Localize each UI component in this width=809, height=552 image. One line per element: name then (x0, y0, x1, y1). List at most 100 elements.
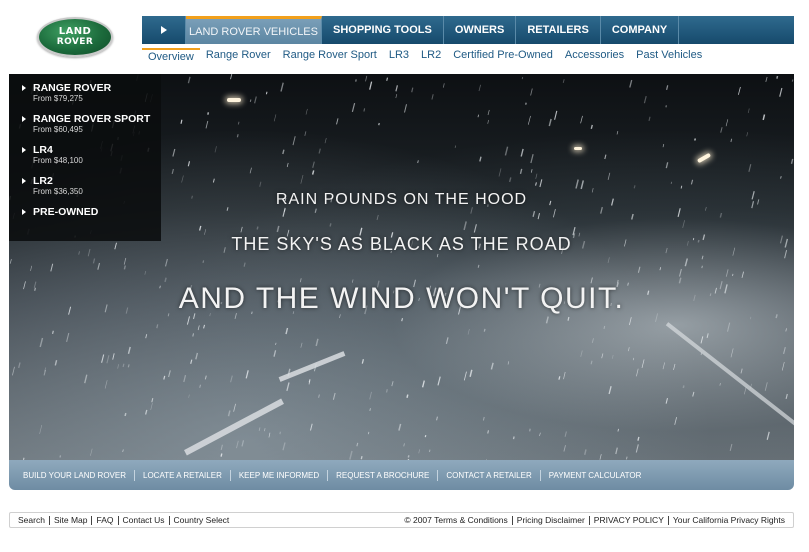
rain-drop (360, 455, 363, 460)
locate-a-retailer-link[interactable]: LOCATE A RETAILER (135, 469, 231, 481)
rain-drop (199, 384, 201, 388)
rain-drop (528, 428, 531, 432)
rain-drop (558, 376, 561, 380)
footer-terms-link[interactable]: © 2007 Terms & Conditions (400, 515, 513, 525)
tab-shopping-tools[interactable]: SHOPPING TOOLS (322, 16, 444, 44)
rain-drop (324, 138, 327, 144)
vehicle-item-range-rover[interactable]: RANGE ROVER From $79,275 (22, 82, 161, 103)
subnav-overview[interactable]: Overview (142, 47, 200, 63)
rain-drop (329, 223, 332, 227)
footer-site-map-link[interactable]: Site Map (50, 515, 93, 525)
rain-drop (567, 316, 570, 321)
footer-pricing-disclaimer-link[interactable]: Pricing Disclaimer (513, 515, 590, 525)
rain-drop (599, 454, 602, 460)
vehicle-price: From $60,495 (33, 125, 83, 134)
rain-drop (738, 86, 741, 95)
rain-drop (766, 431, 770, 440)
top-navigation: LAND ROVER VEHICLES SHOPPING TOOLS OWNER… (142, 16, 794, 44)
subnav-certified-pre-owned[interactable]: Certified Pre-Owned (447, 49, 559, 61)
rain-drop (504, 146, 509, 156)
rain-drop (530, 169, 533, 173)
vehicle-item-range-rover-sport[interactable]: RANGE ROVER SPORT From $60,495 (22, 113, 161, 134)
rain-drop (684, 258, 688, 267)
vehicle-item-pre-owned[interactable]: PRE-OWNED (22, 206, 161, 218)
rain-drop (779, 87, 783, 97)
rain-drop (575, 179, 579, 189)
vehicle-price: From $36,350 (33, 187, 83, 196)
contact-a-retailer-link[interactable]: CONTACT A RETAILER (438, 469, 541, 481)
request-a-brochure-link[interactable]: REQUEST A BROCHURE (328, 469, 439, 481)
rain-drop (318, 394, 320, 398)
rain-drop (369, 81, 373, 90)
vehicle-name: RANGE ROVER SPORT (33, 113, 151, 125)
rain-drop (467, 329, 470, 335)
rain-drop (554, 110, 558, 120)
footer-california-privacy-link[interactable]: Your California Privacy Rights (669, 515, 789, 525)
footer-faq-link[interactable]: FAQ (92, 515, 119, 525)
land-rover-logo[interactable]: LAND ROVER (37, 17, 113, 57)
rain-drop (127, 346, 131, 354)
rain-drop (203, 324, 205, 329)
rain-drop (601, 353, 604, 359)
subnav-lr3[interactable]: LR3 (383, 49, 415, 61)
rain-drop (300, 342, 303, 348)
tab-land-rover-vehicles[interactable]: LAND ROVER VEHICLES (186, 16, 322, 44)
rain-drop (478, 84, 482, 92)
rain-drop (220, 453, 223, 457)
vehicle-item-lr2[interactable]: LR2 From $36,350 (22, 175, 161, 196)
footer-privacy-policy-link[interactable]: PRIVACY POLICY (590, 515, 669, 525)
rain-drop (124, 412, 127, 417)
play-icon (160, 26, 167, 34)
rain-drop (145, 334, 148, 339)
rain-drop (273, 114, 277, 122)
tab-company[interactable]: COMPANY (601, 16, 680, 44)
rain-drop (673, 363, 676, 370)
footer-search-link[interactable]: Search (14, 515, 50, 525)
vehicle-price: From $48,100 (33, 156, 83, 165)
rain-drop (285, 327, 289, 335)
rain-drop (730, 138, 733, 143)
subnav-lr2[interactable]: LR2 (415, 49, 447, 61)
logo-text-top: LAND (58, 26, 92, 37)
rain-drop (197, 325, 200, 331)
rain-drop (528, 115, 531, 125)
rain-drop (376, 214, 379, 221)
rain-drop (292, 136, 296, 146)
rain-drop (336, 118, 339, 125)
rain-drop (187, 76, 191, 84)
action-bar: BUILD YOUR LAND ROVER LOCATE A RETAILER … (9, 460, 794, 490)
rain-drop (785, 393, 788, 400)
rain-drop (117, 364, 120, 369)
rain-drop (275, 342, 277, 345)
subnav-past-vehicles[interactable]: Past Vehicles (630, 49, 708, 61)
payment-calculator-link[interactable]: PAYMENT CALCULATOR (541, 470, 650, 481)
rain-drop (726, 322, 731, 332)
subnav-range-rover[interactable]: Range Rover (200, 49, 277, 61)
rain-drop (682, 385, 685, 389)
vehicle-item-lr4[interactable]: LR4 From $48,100 (22, 144, 161, 165)
tab-retailers[interactable]: RETAILERS (516, 16, 601, 44)
rain-drop (240, 226, 243, 233)
rain-drop (591, 338, 594, 344)
rain-drop (249, 99, 252, 103)
build-your-land-rover-link[interactable]: BUILD YOUR LAND ROVER (15, 469, 135, 481)
rain-drop (741, 271, 745, 278)
play-button[interactable] (142, 16, 186, 44)
arrow-right-icon (22, 116, 26, 122)
vehicle-name: LR4 (33, 144, 53, 156)
rain-drop (207, 112, 210, 115)
rain-drop (39, 424, 43, 434)
rain-drop (454, 145, 457, 148)
footer-right-links: © 2007 Terms & Conditions Pricing Discla… (400, 515, 789, 525)
rain-drop (421, 380, 425, 388)
tab-owners[interactable]: OWNERS (444, 16, 517, 44)
subnav-range-rover-sport[interactable]: Range Rover Sport (277, 49, 383, 61)
subnav-accessories[interactable]: Accessories (559, 49, 630, 61)
rain-drop (237, 121, 240, 125)
rain-drop (122, 449, 124, 453)
rain-drop (411, 87, 414, 93)
footer-country-select-link[interactable]: Country Select (170, 515, 234, 525)
keep-me-informed-link[interactable]: KEEP ME INFORMED (231, 469, 329, 481)
rain-drop (562, 79, 565, 84)
footer-contact-us-link[interactable]: Contact Us (119, 515, 170, 525)
